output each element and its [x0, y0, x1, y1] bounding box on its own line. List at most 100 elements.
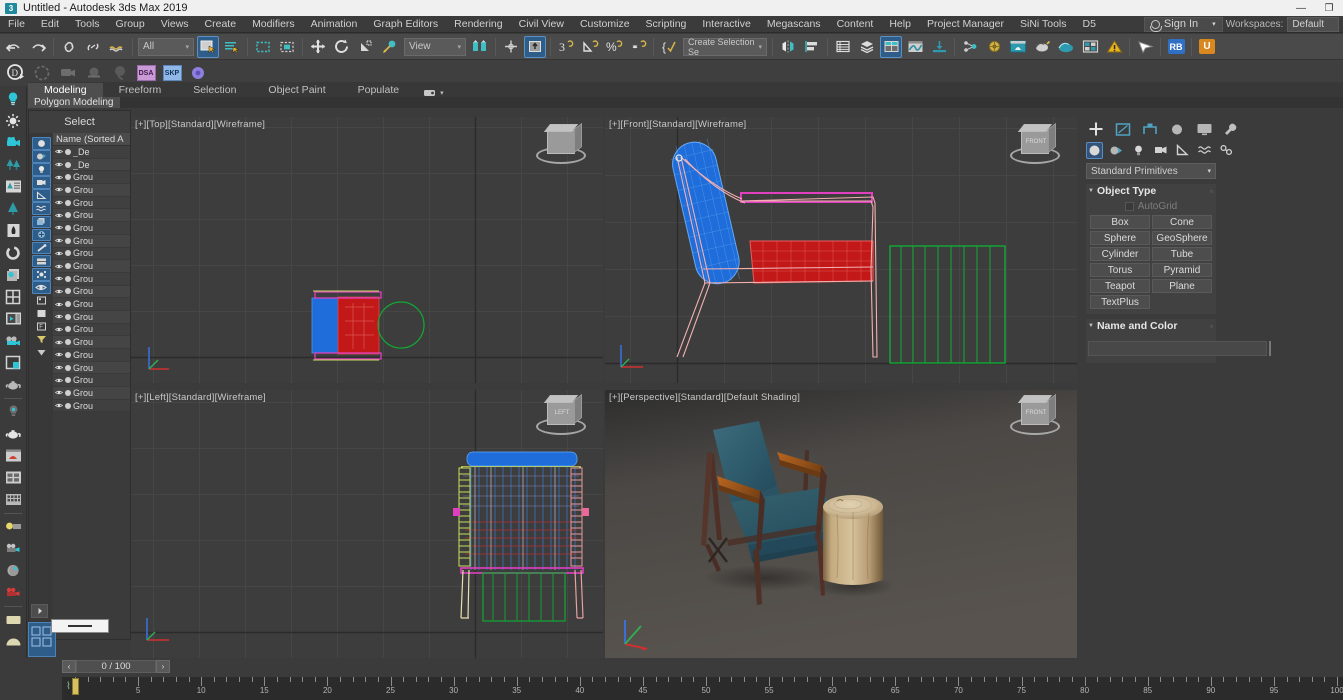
menu-tools[interactable]: Tools — [67, 16, 108, 33]
name-and-color-header[interactable]: ▼ Name and Color ▫ — [1086, 319, 1216, 333]
list-item[interactable]: Grou — [53, 387, 130, 400]
list-item[interactable]: Grou — [53, 323, 130, 337]
percent-snap-toggle-button[interactable]: % — [603, 36, 625, 58]
list-item[interactable]: Grou — [53, 234, 130, 248]
object-type-button-box[interactable]: Box — [1090, 215, 1150, 229]
object-type-button-torus[interactable]: Torus — [1090, 263, 1150, 277]
select-camera-toggle[interactable] — [31, 176, 51, 189]
autogrid-checkbox[interactable] — [1124, 202, 1134, 211]
timeline-playhead[interactable] — [72, 678, 79, 695]
utilities-tab[interactable] — [1221, 120, 1241, 139]
menu-graph-editors[interactable]: Graph Editors — [365, 16, 446, 33]
select-object-toggle[interactable] — [31, 137, 51, 150]
menu-help[interactable]: Help — [881, 16, 919, 33]
object-type-button-teapot[interactable]: Teapot — [1090, 279, 1150, 293]
selection-filter-dropdown[interactable]: All ▾ — [138, 37, 194, 56]
ribbon-toggle-button[interactable] — [880, 35, 902, 58]
object-type-button-cone[interactable]: Cone — [1152, 215, 1212, 229]
railclone-button[interactable]: RB — [1165, 36, 1187, 58]
select-object-button[interactable] — [197, 35, 219, 58]
object-type-header[interactable]: ▼ Object Type ▫ — [1086, 184, 1216, 198]
next-frame-button[interactable]: › — [156, 660, 170, 673]
viewport-front-label[interactable]: [+][Front][Standard][Wireframe] — [609, 119, 746, 130]
current-frame-field[interactable]: 0 / 100 — [76, 660, 156, 673]
grid-split-icon[interactable] — [2, 286, 24, 307]
forest-trees-icon[interactable] — [2, 154, 24, 175]
undo-button[interactable] — [3, 36, 25, 58]
select-by-name-button[interactable] — [221, 36, 243, 58]
object-type-button-textplus[interactable]: TextPlus — [1090, 295, 1150, 309]
previous-frame-button[interactable]: ‹ — [62, 660, 76, 673]
track-view-icon[interactable]: ⌇ — [66, 681, 71, 692]
angle-snap-toggle-button[interactable] — [579, 36, 601, 58]
select-group-toggle[interactable] — [31, 215, 51, 229]
viewport-icon[interactable] — [2, 352, 24, 373]
select-light-toggle[interactable] — [31, 163, 51, 176]
frozen-filter-toggle[interactable]: F — [32, 320, 51, 333]
display-tab[interactable] — [1194, 120, 1214, 139]
redo-button[interactable] — [27, 36, 49, 58]
rectangular-selection-region-button[interactable] — [252, 36, 274, 58]
menu-d5[interactable]: D5 — [1075, 16, 1104, 33]
camera-small-icon[interactable] — [2, 538, 24, 559]
lights-subtab[interactable] — [1130, 142, 1147, 159]
window-crossing-toggle-button[interactable] — [276, 36, 298, 58]
layer-explorer-button[interactable] — [832, 36, 854, 58]
list-item[interactable]: Grou — [53, 399, 130, 413]
material-editor-button[interactable] — [983, 36, 1005, 58]
menu-rendering[interactable]: Rendering — [446, 16, 510, 33]
list-item[interactable]: Grou — [53, 285, 130, 299]
tab-object-paint[interactable]: Object Paint — [252, 83, 341, 98]
menu-civil-view[interactable]: Civil View — [511, 16, 572, 33]
ring-icon[interactable] — [2, 242, 24, 263]
cameras-subtab[interactable] — [1152, 142, 1169, 159]
viewport-perspective-label[interactable]: [+][Perspective][Standard][Default Shadi… — [609, 392, 800, 403]
select-and-scale-button[interactable] — [355, 36, 377, 58]
list-item[interactable]: Grou — [53, 260, 130, 273]
pin-icon[interactable]: ▫ — [1210, 322, 1213, 331]
filter-funnel-icon[interactable] — [32, 333, 51, 346]
tab-populate[interactable]: Populate — [342, 83, 415, 98]
list-item[interactable]: Grou — [53, 374, 130, 388]
select-bone-toggle[interactable] — [31, 241, 51, 255]
view-cube-front[interactable]: FRONT — [1007, 122, 1063, 175]
sun-icon[interactable] — [2, 110, 24, 131]
menu-scripting[interactable]: Scripting — [638, 16, 695, 33]
red-camera-icon[interactable] — [2, 582, 24, 603]
column-header-name[interactable]: Name (Sorted A — [53, 133, 130, 146]
list-item[interactable]: Grou — [53, 349, 130, 362]
object-type-button-plane[interactable]: Plane — [1152, 279, 1212, 293]
viewport-perspective[interactable]: [+][Perspective][Standard][Default Shadi… — [605, 390, 1077, 658]
render-window-icon[interactable] — [2, 445, 24, 466]
list-item[interactable]: Grou — [53, 209, 130, 223]
list-item[interactable]: Grou — [53, 361, 130, 375]
viewport-front[interactable]: [+][Front][Standard][Wireframe] FRONT — [605, 117, 1077, 383]
forest-library-icon[interactable] — [2, 176, 24, 197]
teapot-icon[interactable] — [2, 374, 24, 395]
unlink-selection-button[interactable] — [82, 36, 104, 58]
bulb-small-icon[interactable] — [2, 401, 24, 422]
moon-icon[interactable] — [2, 560, 24, 581]
list-item[interactable]: Grou — [53, 310, 130, 324]
select-shape-toggle[interactable] — [31, 150, 51, 163]
edit-named-selection-sets-button[interactable]: { — [658, 36, 680, 58]
menu-edit[interactable]: Edit — [33, 16, 67, 33]
mirror-button[interactable] — [777, 36, 799, 58]
select-helper-toggle[interactable] — [31, 189, 51, 202]
primitives-category-dropdown[interactable]: Standard Primitives ▾ — [1086, 163, 1216, 179]
use-center-flyout-button[interactable] — [500, 36, 522, 58]
menu-project-manager[interactable]: Project Manager — [919, 16, 1012, 33]
object-name-input[interactable] — [1088, 340, 1267, 356]
list-item[interactable]: Grou — [53, 184, 130, 197]
camera-rig-icon[interactable] — [2, 330, 24, 351]
menu-file[interactable]: File — [0, 16, 33, 33]
view-cube-perspective[interactable]: FRONT — [1007, 393, 1063, 446]
list-item[interactable]: Grou — [53, 272, 130, 286]
viewport-top-label[interactable]: [+][Top][Standard][Wireframe] — [135, 119, 265, 130]
object-type-button-geosphere[interactable]: GeoSphere — [1152, 231, 1212, 245]
light-panel-icon[interactable] — [2, 516, 24, 537]
menu-customize[interactable]: Customize — [572, 16, 638, 33]
list-item[interactable]: Grou — [53, 336, 130, 349]
list-item[interactable]: Grou — [53, 196, 130, 210]
select-spacewarp-toggle[interactable] — [31, 202, 51, 216]
